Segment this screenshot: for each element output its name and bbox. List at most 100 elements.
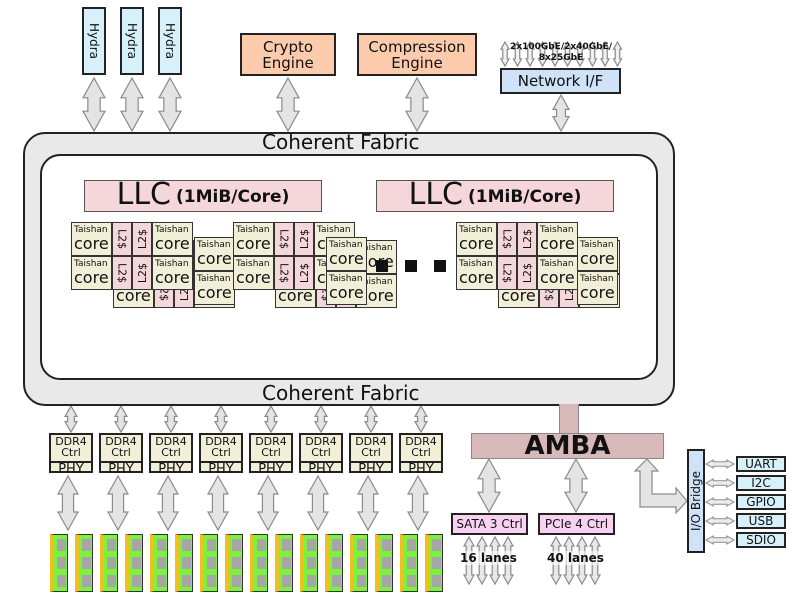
ddr-dimm-arrow [306, 474, 330, 532]
ctrl-label: Ctrl [211, 446, 231, 459]
l2-cache: L2$ [112, 222, 132, 256]
l2-label: L2$ [500, 228, 514, 250]
amba-label: AMBA [524, 431, 611, 461]
pcie-controller: PCIe 4 Ctrl [538, 513, 615, 535]
dram-chip [282, 557, 291, 569]
dram-chip [282, 575, 291, 587]
dram-chip [357, 575, 366, 587]
dram-chip [357, 557, 366, 569]
dram-chip [332, 539, 341, 551]
peripheral-sdio: SDIO [736, 532, 786, 548]
dram-chip [82, 575, 91, 587]
dram-chip [382, 575, 391, 587]
ddr4-ctrl-label: DDR4 Ctrl [251, 435, 291, 463]
dram-chip [82, 539, 91, 551]
ddr4-controller: DDR4 Ctrl PHY [349, 433, 393, 476]
dram-chip [307, 539, 316, 551]
dram-chip [157, 557, 166, 569]
taishan-core: Taishancore [456, 256, 497, 290]
l2-label: L2$ [500, 262, 514, 284]
ddr4-ctrl-label: DDR4 Ctrl [151, 435, 191, 463]
fabric-ddr-arrow [163, 404, 179, 434]
l2-cache: L2$ [274, 256, 294, 290]
dram-chip [132, 575, 141, 587]
dram-chip [407, 539, 416, 551]
phy-label: PHY [258, 462, 284, 477]
dram-chip [207, 557, 216, 569]
iobridge-peripheral-arrow [704, 516, 736, 526]
compression-engine-label: Compression [368, 37, 466, 56]
ddr-dimm-arrow [256, 474, 280, 532]
io-bridge: I/O Bridge [687, 449, 705, 553]
network-interface-label: Network I/F [517, 72, 604, 90]
phy-label: PHY [408, 462, 434, 477]
llc-label: LLC [408, 177, 463, 212]
taishan-core: Taishancore [577, 271, 618, 305]
dimm-module [225, 534, 243, 592]
l2-cache: L2$ [517, 222, 537, 256]
core-name: core [74, 234, 109, 253]
l2-cache: L2$ [132, 256, 152, 290]
ctrl-label: Ctrl [111, 446, 131, 459]
network-interface: Network I/F [500, 68, 621, 94]
core-name: core [197, 249, 232, 268]
sata-controller: SATA 3 Ctrl [451, 513, 528, 535]
hydra-label: Hydra [87, 22, 101, 60]
dram-chip [182, 557, 191, 569]
llc-label: LLC [116, 177, 171, 212]
taishan-core: Taishancore [194, 237, 235, 271]
taishan-core: Taishancore [233, 222, 274, 256]
l2-label: L2$ [277, 262, 291, 284]
taishan-core: Taishancore [194, 271, 235, 305]
l2-cache: L2$ [517, 256, 537, 290]
hydra-arrow [119, 76, 145, 133]
dram-chip [107, 539, 116, 551]
core-name: core [540, 234, 575, 253]
hydra-link-2: Hydra [120, 7, 144, 75]
compression-engine: Compression Engine [357, 33, 477, 76]
dimm-module [75, 534, 93, 592]
dimm-module [175, 534, 193, 592]
peripheral-gpio: GPIO [736, 494, 786, 510]
fabric-ddr-arrow [413, 404, 429, 434]
dram-chip [432, 557, 441, 569]
dimm-module [100, 534, 118, 592]
hydra-arrow [81, 76, 107, 133]
llc-size: (1MiB/Core) [468, 187, 582, 207]
hydra-label: Hydra [163, 22, 177, 60]
l2-label: L2$ [135, 262, 149, 284]
fabric-ddr-arrow [263, 404, 279, 434]
dram-chip [382, 539, 391, 551]
coherent-fabric-bottom-label: Coherent Fabric [262, 381, 420, 405]
dram-chip [432, 539, 441, 551]
dram-chip [57, 575, 66, 587]
dram-chip [357, 539, 366, 551]
l2-label: L2$ [115, 262, 129, 284]
core-name: core [329, 283, 364, 302]
l2-label: L2$ [115, 228, 129, 250]
dram-chip [182, 575, 191, 587]
core-name: core [329, 249, 364, 268]
iobridge-peripheral-arrow [704, 535, 736, 545]
dram-chip [107, 575, 116, 587]
dimm-module [425, 534, 443, 592]
dimm-module [50, 534, 68, 592]
iobridge-peripheral-arrow [704, 459, 736, 469]
ddr4-controller: DDR4 Ctrl PHY [299, 433, 343, 476]
core-name: core [155, 234, 190, 253]
peripheral-label: UART [745, 457, 777, 471]
dram-chip [82, 557, 91, 569]
taishan-core: Taishancore [71, 256, 112, 290]
l2-cache: L2$ [497, 222, 517, 256]
dram-chip [182, 539, 191, 551]
fabric-ddr-arrow [363, 404, 379, 434]
llc-size: (1MiB/Core) [176, 187, 290, 207]
taishan-core: Taishancore [577, 237, 618, 271]
ddr4-ctrl-label: DDR4 Ctrl [201, 435, 241, 463]
dram-chip [332, 557, 341, 569]
core-name: core [540, 268, 575, 287]
dimm-module [250, 534, 268, 592]
dram-chip [107, 557, 116, 569]
taishan-core: Taishancore [233, 256, 274, 290]
core-name: core [197, 283, 232, 302]
